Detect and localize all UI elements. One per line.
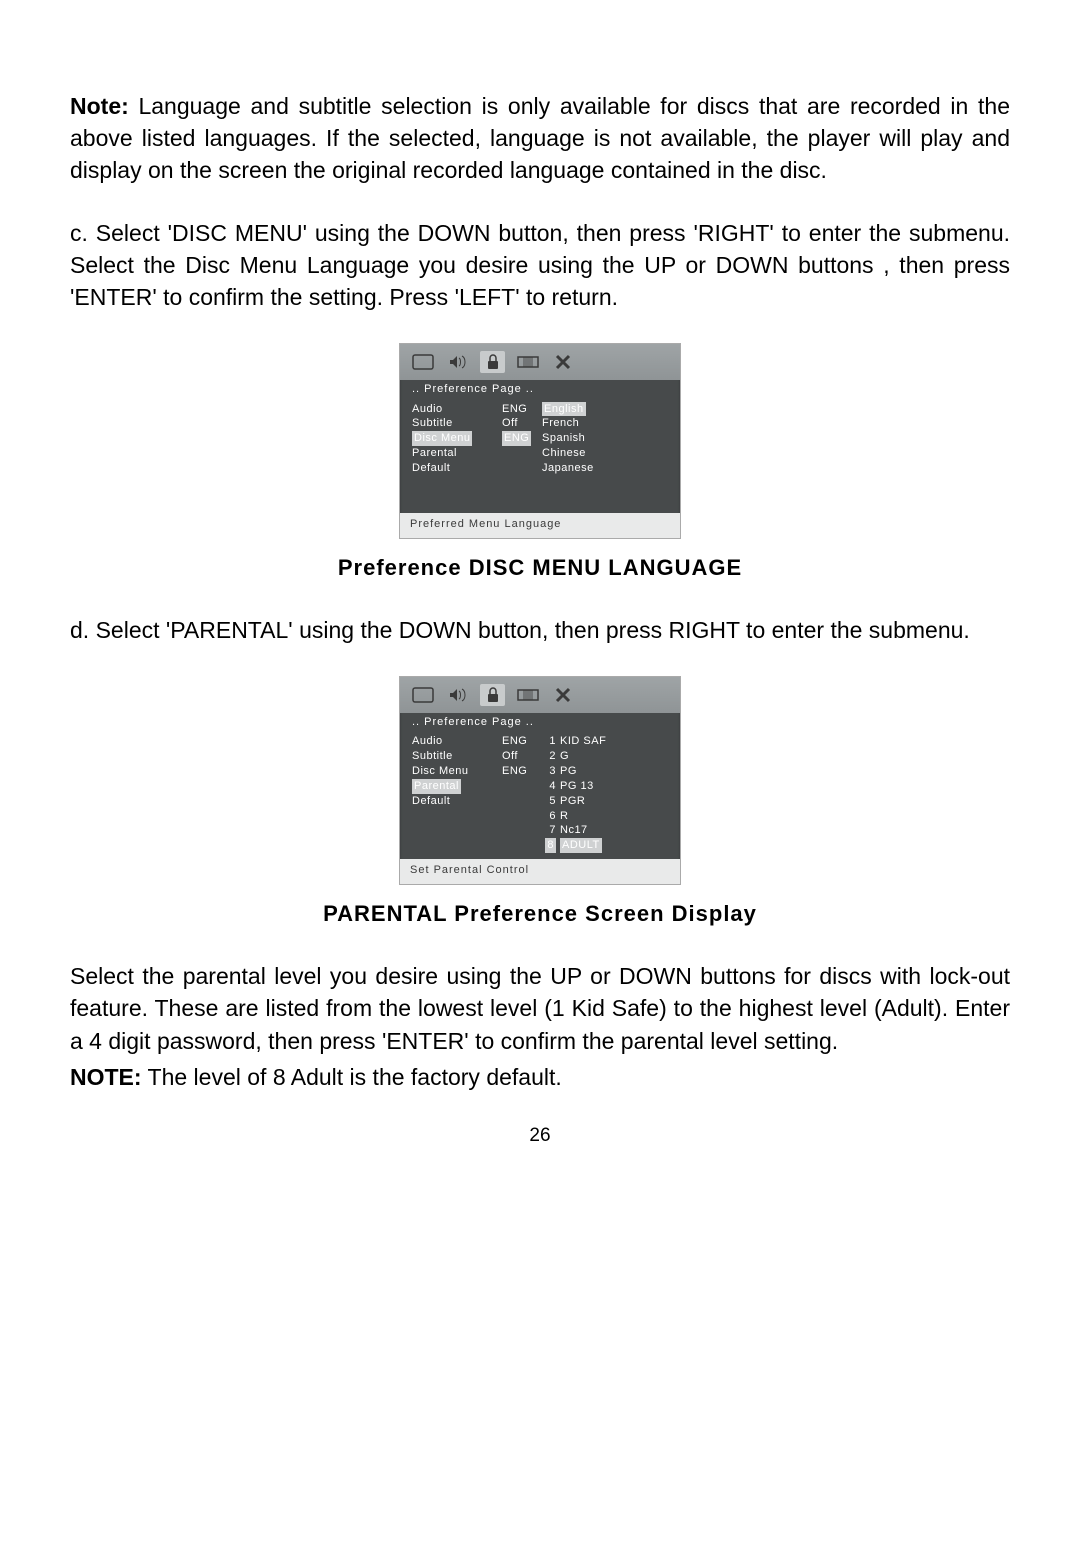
note-bold: Note: [70,93,129,119]
menu-cell: Nc17 [560,823,668,838]
disc-menu-screenshot: .. Preference Page .. AudioSubtitleDisc … [399,343,681,539]
menu-cell: Off [502,416,542,431]
menu-content: AudioSubtitleDisc MenuParentalDefault EN… [400,732,680,859]
menu-cell: 7 [542,823,556,838]
display-icon [410,351,435,373]
menu-title: .. Preference Page .. [400,713,680,732]
menu-cell: Spanish [542,431,668,446]
lock-icon [480,351,505,373]
menu-cell: Audio [412,402,502,417]
menu-cell: Parental [412,779,502,794]
menu-cell: Default [412,794,502,809]
menu-cell: 6 [542,809,556,824]
note-text: Language and subtitle selection is only … [70,93,1010,183]
note2-bold: NOTE: [70,1064,142,1090]
menu-footer: Preferred Menu Language [400,513,680,538]
menu-cell: 8 [542,838,556,853]
menu-title: .. Preference Page .. [400,380,680,399]
parental-screenshot: .. Preference Page .. AudioSubtitleDisc … [399,676,681,886]
caption-parental: PARENTAL Preference Screen Display [70,899,1010,930]
menu-cell: Japanese [542,461,668,476]
close-icon [550,351,575,373]
menu-cell: English [542,402,668,417]
menu-cell: Chinese [542,446,668,461]
menu-nums-col: 12345678 [542,734,560,853]
menu-cell: PG [560,764,668,779]
menu-cell: Parental [412,446,502,461]
menu-footer: Set Parental Control [400,859,680,884]
menu-cell: ENG [502,431,542,446]
menu-cell: 2 [542,749,556,764]
step-d-paragraph: d. Select 'PARENTAL' using the DOWN butt… [70,614,1010,646]
note2-text: The level of 8 Adult is the factory defa… [142,1064,562,1090]
menu-cell: Off [502,749,542,764]
menu-content: AudioSubtitleDisc MenuParentalDefault EN… [400,400,680,513]
note2-paragraph: NOTE: The level of 8 Adult is the factor… [70,1061,1010,1093]
menu-options-col: EnglishFrenchSpanishChineseJapanese [542,402,668,507]
parental-paragraph: Select the parental level you desire usi… [70,960,1010,1057]
note-paragraph: Note: Language and subtitle selection is… [70,90,1010,187]
menu-cell: 1 [542,734,556,749]
menu-cell: French [542,416,668,431]
speaker-icon [445,351,470,373]
menu-icon-bar [400,344,680,380]
menu-cell [502,794,542,809]
menu-cell: R [560,809,668,824]
menu-vals-col: ENGOffENG [502,402,542,507]
menu-cell: 5 [542,794,556,809]
menu-cell: Subtitle [412,416,502,431]
menu-options-col: KID SAFGPGPG 13PGRRNc17ADULT [560,734,668,853]
aspect-icon [515,684,540,706]
menu-cell [502,446,542,461]
menu-cell: Default [412,461,502,476]
menu-cell: Audio [412,734,502,749]
menu-cell [502,779,542,794]
menu-cell: KID SAF [560,734,668,749]
menu-cell: Subtitle [412,749,502,764]
caption-disc-menu: Preference DISC MENU LANGUAGE [70,553,1010,584]
menu-cell: 4 [542,779,556,794]
menu-cell: ADULT [560,838,668,853]
close-icon [550,684,575,706]
menu-cell: ENG [502,402,542,417]
menu-vals-col: ENGOffENG [502,734,542,853]
page-number: 26 [70,1123,1010,1150]
menu-cell: ENG [502,764,542,779]
speaker-icon [445,684,470,706]
menu-labels-col: AudioSubtitleDisc MenuParentalDefault [412,402,502,507]
menu-cell: Disc Menu [412,764,502,779]
menu-labels-col: AudioSubtitleDisc MenuParentalDefault [412,734,502,853]
menu-cell: 3 [542,764,556,779]
display-icon [410,684,435,706]
menu-icon-bar [400,677,680,713]
menu-cell: G [560,749,668,764]
menu-cell: Disc Menu [412,431,502,446]
menu-cell: PGR [560,794,668,809]
step-c-paragraph: c. Select 'DISC MENU' using the DOWN but… [70,217,1010,314]
menu-cell [502,461,542,476]
menu-cell: PG 13 [560,779,668,794]
menu-cell: ENG [502,734,542,749]
aspect-icon [515,351,540,373]
lock-icon [480,684,505,706]
